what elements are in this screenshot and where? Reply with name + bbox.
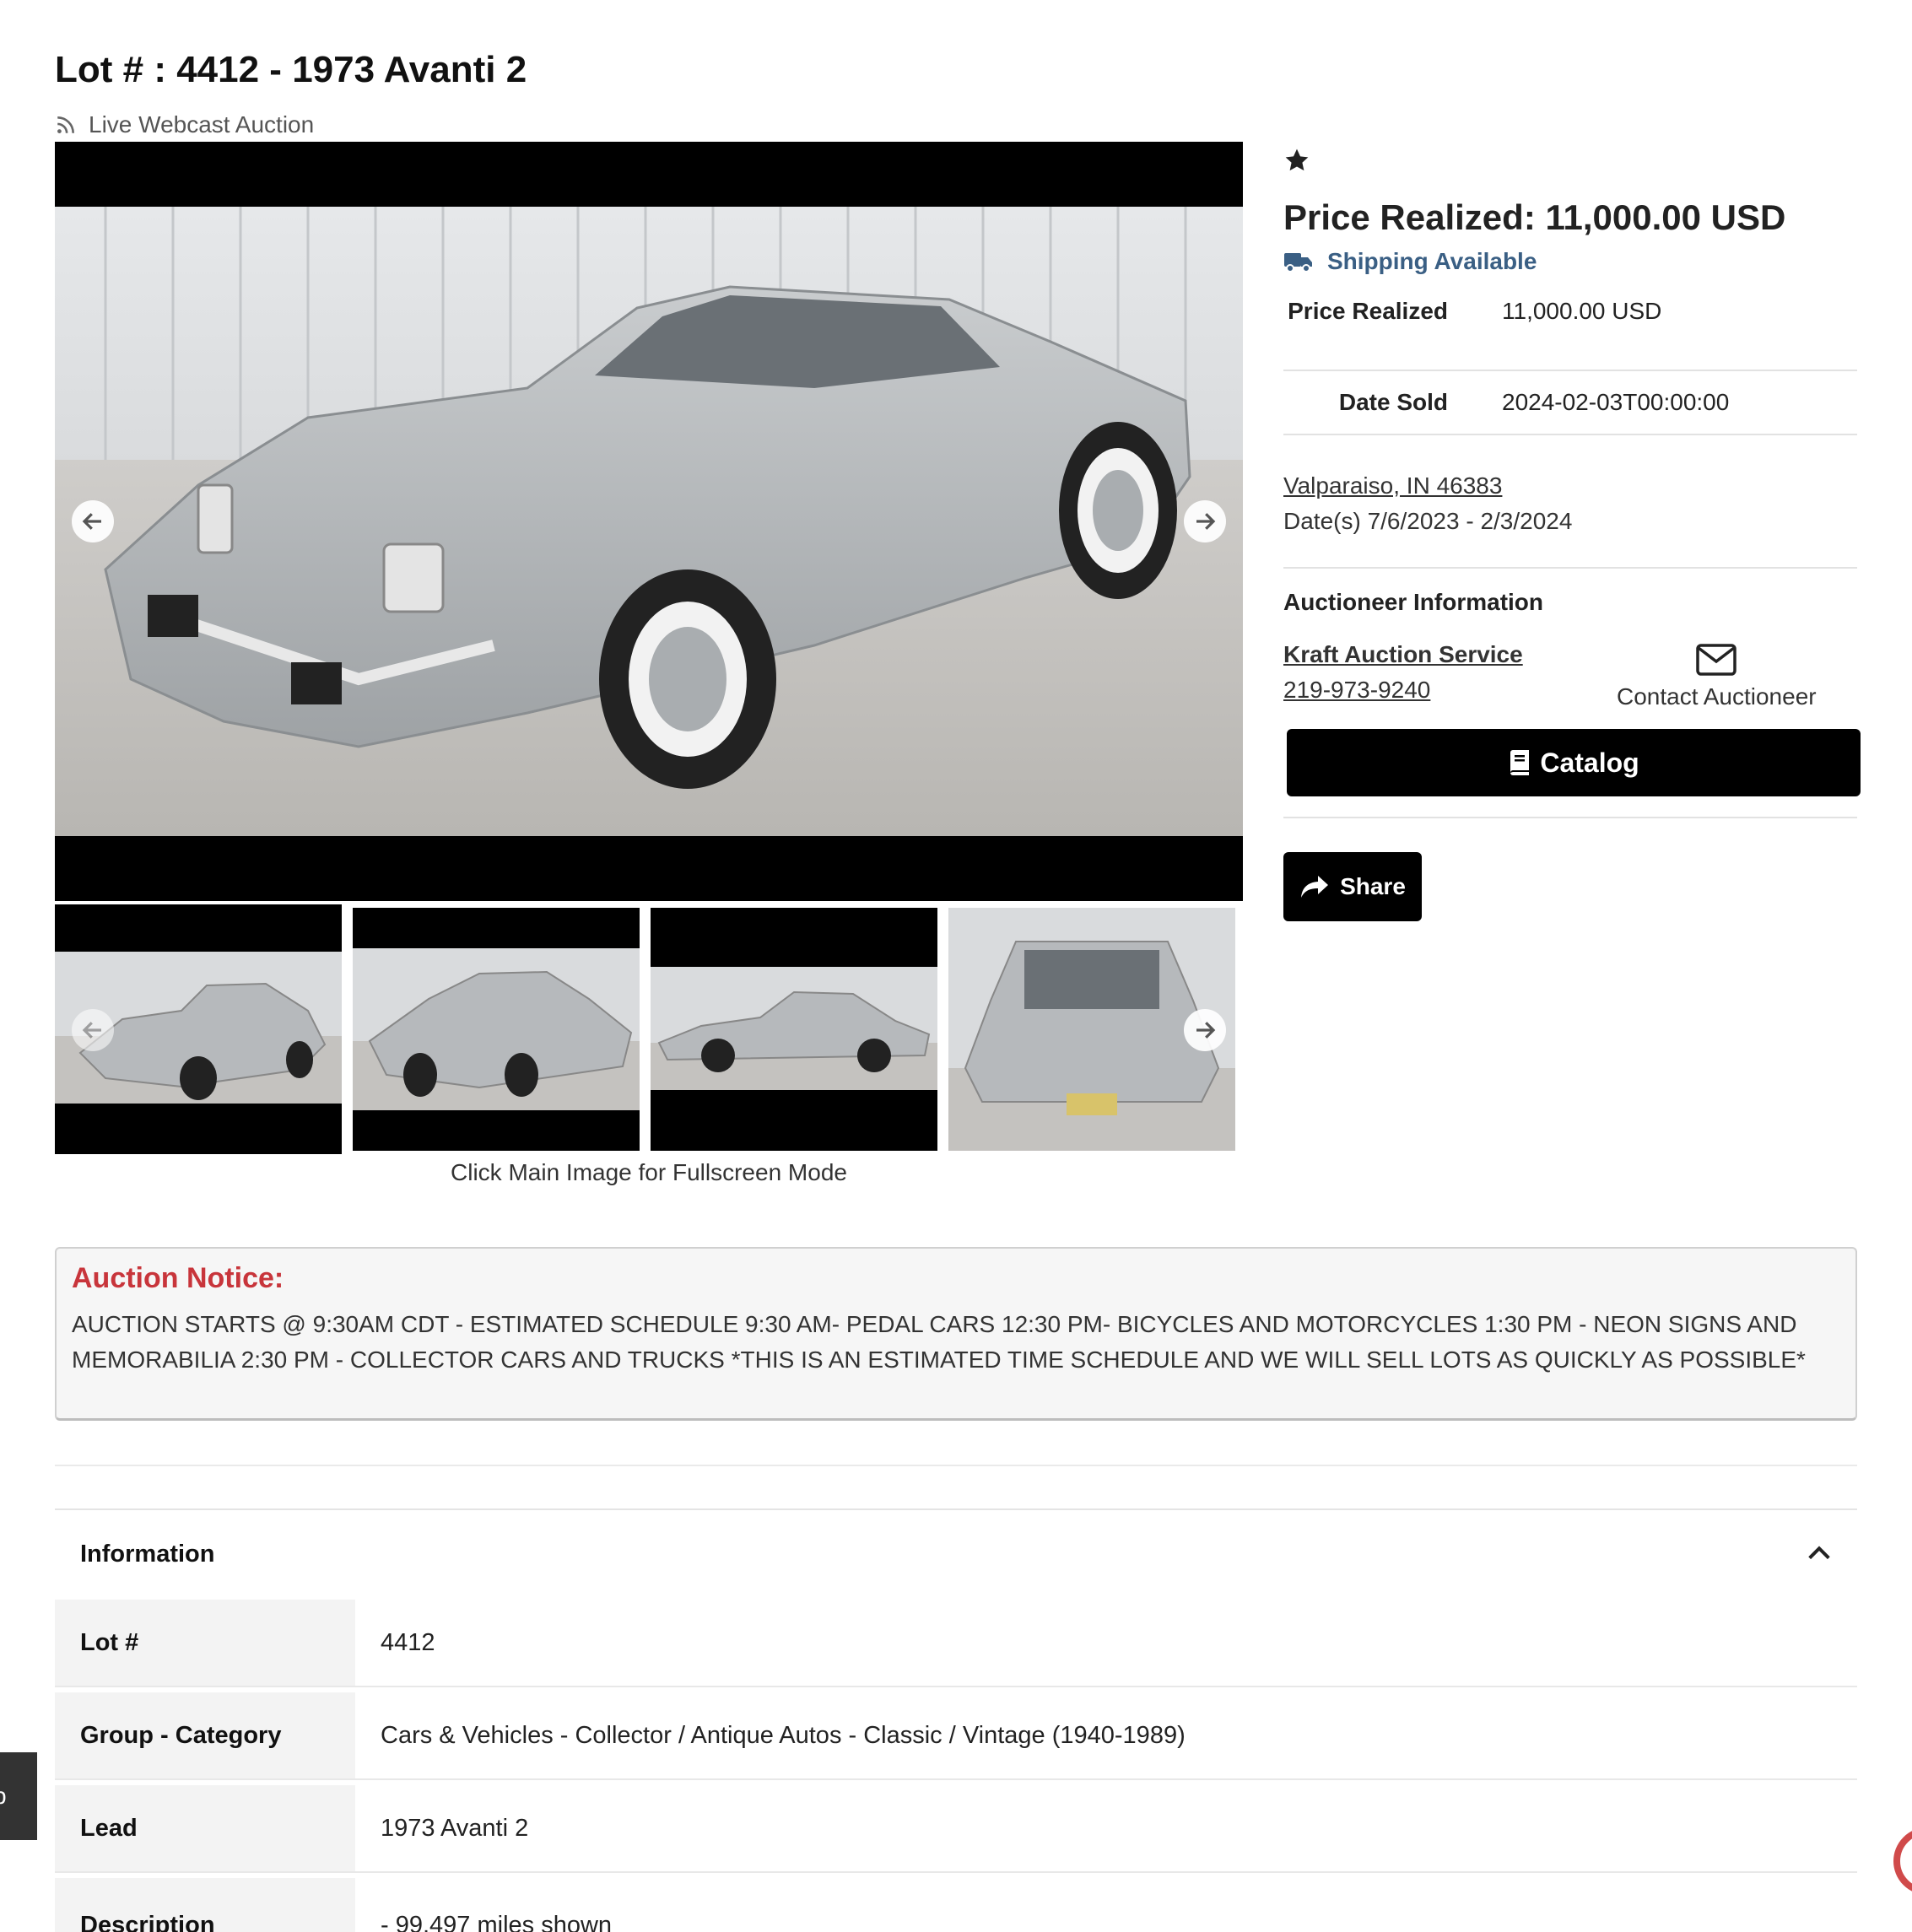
share-icon	[1301, 876, 1329, 898]
price-realized-value: 11,000.00 USD	[1502, 298, 1662, 324]
feedback-tab[interactable]: p	[0, 1752, 37, 1840]
arrow-right-icon	[1196, 513, 1216, 530]
auction-notice-text: AUCTION STARTS @ 9:30AM CDT - ESTIMATED …	[72, 1311, 1806, 1373]
divider	[1283, 567, 1857, 569]
date-sold-row: Date Sold 2024-02-03T00:00:00	[1283, 371, 1857, 435]
info-label: Lot #	[55, 1600, 355, 1686]
auction-notice-title: Auction Notice:	[72, 1262, 284, 1294]
thumbnail-strip	[55, 904, 1243, 1154]
price-realized-heading: Price Realized: 11,000.00 USD	[1283, 197, 1786, 237]
info-value: 1973 Avanti 2	[381, 1814, 529, 1842]
info-value: Cars & Vehicles - Collector / Antique Au…	[381, 1721, 1186, 1749]
truck-icon	[1284, 253, 1312, 273]
auction-notice: Auction Notice: AUCTION STARTS @ 9:30AM …	[55, 1247, 1857, 1421]
info-value: 4412	[381, 1628, 435, 1656]
divider	[55, 1465, 1857, 1466]
info-label: Group - Category	[55, 1692, 355, 1778]
auctioneer-name-link[interactable]: Kraft Auction Service	[1283, 641, 1523, 668]
info-row-group-category: Group - Category Cars & Vehicles - Colle…	[55, 1692, 1857, 1780]
arrow-right-icon	[1196, 1022, 1216, 1039]
feedback-tab-glyph: p	[0, 1783, 7, 1810]
share-button[interactable]: Share	[1283, 852, 1422, 921]
book-icon	[1510, 750, 1530, 775]
price-realized-row: Price Realized 11,000.00 USD	[1283, 294, 1857, 371]
date-sold-value: 2024-02-03T00:00:00	[1502, 389, 1730, 415]
location-link[interactable]: Valparaiso, IN 46383	[1283, 472, 1502, 499]
catalog-label: Catalog	[1540, 747, 1639, 778]
next-image-button[interactable]	[1184, 500, 1226, 542]
info-label: Description	[55, 1878, 355, 1932]
info-row-description: Description - 99,497 miles shown	[55, 1878, 1857, 1932]
rss-icon	[57, 116, 74, 133]
thumbnail-3-photo	[651, 967, 937, 1090]
envelope-icon	[1696, 644, 1737, 676]
information-accordion-toggle[interactable]: Information	[55, 1510, 1857, 1598]
auctioneer-phone-link[interactable]: 219-973-9240	[1283, 677, 1430, 704]
contact-auctioneer-button[interactable]: Contact Auctioneer	[1617, 643, 1817, 710]
info-value: - 99,497 miles shown	[381, 1912, 613, 1932]
auctioneer-heading: Auctioneer Information	[1283, 589, 1544, 615]
auction-dates: Date(s) 7/6/2023 - 2/3/2024	[1283, 508, 1573, 534]
price-realized-label: Price Realized	[1288, 298, 1448, 324]
information-heading: Information	[80, 1541, 215, 1568]
page-title: Lot # : 4412 - 1973 Avanti 2	[55, 49, 527, 90]
arrow-left-icon	[82, 513, 101, 530]
auction-type-label: Live Webcast Auction	[89, 111, 315, 138]
date-sold-label: Date Sold	[1338, 389, 1448, 415]
main-image[interactable]	[55, 142, 1243, 901]
auction-type: Live Webcast Auction	[55, 111, 314, 138]
arrow-left-icon	[82, 1022, 101, 1039]
thumbnail-2-photo	[353, 948, 640, 1110]
chat-widget-button[interactable]	[1893, 1827, 1912, 1895]
info-row-lot: Lot # 4412	[55, 1600, 1857, 1687]
catalog-button[interactable]: Catalog	[1287, 729, 1861, 796]
thumbnail-prev-button[interactable]	[72, 1009, 114, 1051]
car-photo	[55, 207, 1243, 836]
fullscreen-hint: Click Main Image for Fullscreen Mode	[451, 1159, 847, 1185]
divider	[1283, 817, 1857, 818]
prev-image-button[interactable]	[72, 500, 114, 542]
info-label: Lead	[55, 1785, 355, 1871]
info-row-lead: Lead 1973 Avanti 2	[55, 1785, 1857, 1873]
thumbnail-next-button[interactable]	[1184, 1009, 1226, 1051]
share-label: Share	[1340, 873, 1406, 899]
contact-auctioneer-label: Contact Auctioneer	[1617, 683, 1817, 710]
star-icon[interactable]	[1283, 147, 1310, 174]
shipping-label: Shipping Available	[1327, 248, 1537, 274]
thumbnail-2[interactable]	[353, 908, 640, 1151]
shipping-available[interactable]: Shipping Available	[1283, 248, 1537, 275]
thumbnail-3[interactable]	[651, 908, 937, 1151]
chevron-up-icon	[1808, 1546, 1830, 1560]
